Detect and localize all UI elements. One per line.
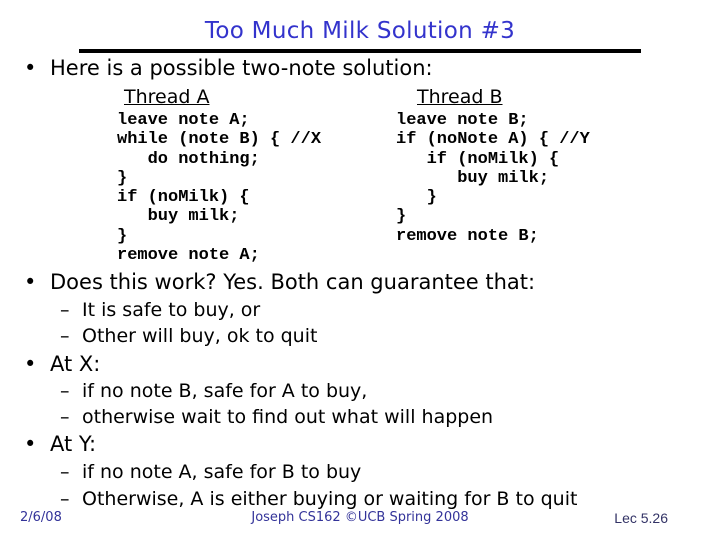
thread-a-code: leave note A; while (note B) { //X do no… xyxy=(117,111,322,266)
bullet-icon: • xyxy=(24,432,37,456)
sub-item: – if no note A, safe for B to buy xyxy=(60,461,361,483)
bullet-text: Does this work? Yes. Both can guarantee … xyxy=(50,270,536,294)
title-rule xyxy=(79,49,641,53)
dash-icon: – xyxy=(60,488,70,510)
bullet-icon: • xyxy=(24,352,37,376)
sub-item: – otherwise wait to find out what will ha… xyxy=(60,406,493,428)
thread-b-heading: Thread B xyxy=(417,86,503,108)
sub-item-text: otherwise wait to find out what will hap… xyxy=(82,406,494,428)
bullet-item: • Does this work? Yes. Both can guarantee… xyxy=(24,270,535,294)
footer-course: Joseph CS162 ©UCB Spring 2008 xyxy=(251,510,469,525)
bullet-item: • At X: xyxy=(24,352,100,376)
dash-icon: – xyxy=(60,325,70,347)
thread-b-code: leave note B; if (noNote A) { //Y if (no… xyxy=(396,111,590,246)
sub-item-text: Other will buy, ok to quit xyxy=(82,325,318,347)
sub-item: – It is safe to buy, or xyxy=(60,299,260,321)
dash-icon: – xyxy=(60,406,70,428)
bullet-icon: • xyxy=(24,270,37,294)
bullet-text: At X: xyxy=(50,352,101,376)
sub-item-text: if no note A, safe for B to buy xyxy=(82,461,362,483)
dash-icon: – xyxy=(60,461,70,483)
footer-lecture-number: Lec 5.26 xyxy=(614,510,668,526)
bullet-item: • At Y: xyxy=(24,432,96,456)
sub-item-text: if no note B, safe for A to buy, xyxy=(82,380,368,402)
bullet-text: Here is a possible two-note solution: xyxy=(50,56,433,80)
sub-item-text: It is safe to buy, or xyxy=(82,299,261,321)
sub-item: – Other will buy, ok to quit xyxy=(60,325,317,347)
sub-item: – Otherwise, A is either buying or waitin… xyxy=(60,488,577,510)
bullet-item: • Here is a possible two-note solution: xyxy=(24,56,433,80)
sub-item-text: Otherwise, A is either buying or waiting… xyxy=(82,488,578,510)
bullet-icon: • xyxy=(24,56,37,80)
dash-icon: – xyxy=(60,299,70,321)
thread-a-heading: Thread A xyxy=(124,86,210,108)
dash-icon: – xyxy=(60,380,70,402)
slide-title: Too Much Milk Solution #3 xyxy=(204,18,516,44)
sub-item: – if no note B, safe for A to buy, xyxy=(60,380,367,402)
bullet-text: At Y: xyxy=(50,432,97,456)
